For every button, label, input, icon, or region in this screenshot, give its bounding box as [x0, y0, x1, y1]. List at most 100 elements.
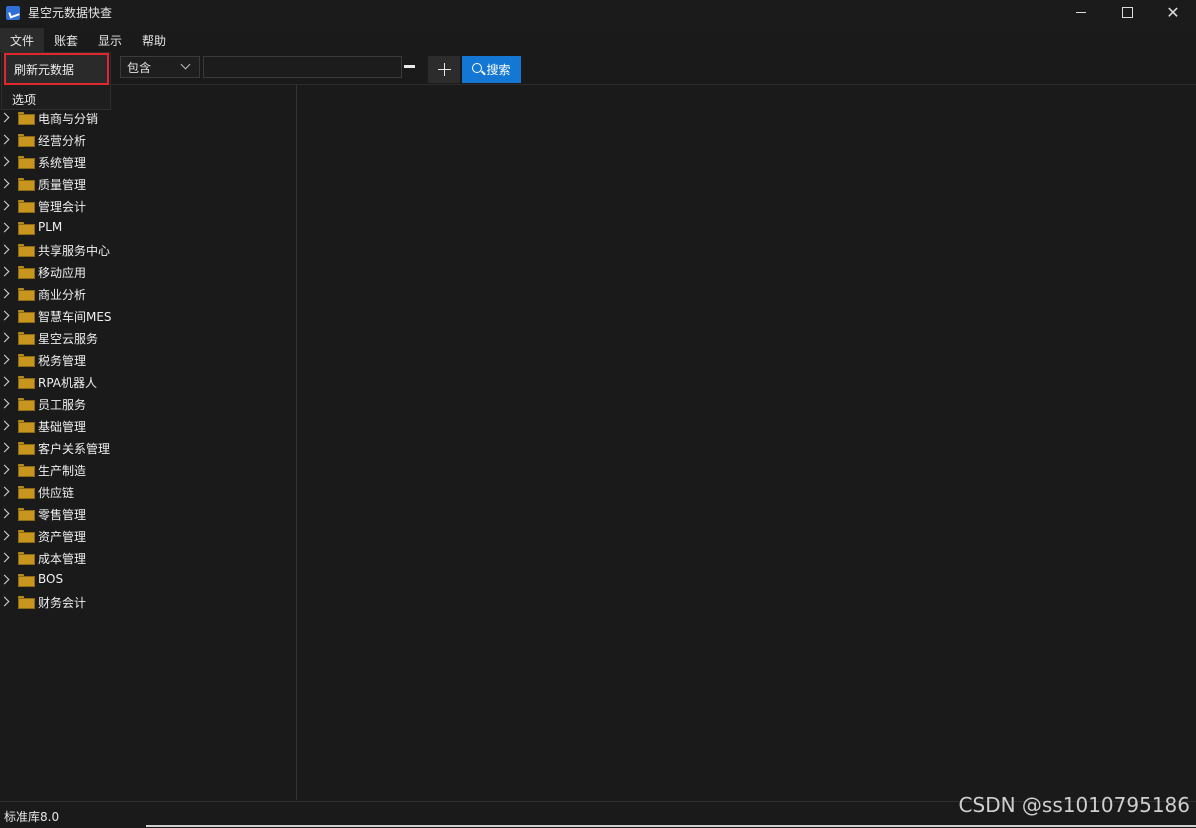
- chevron-right-icon[interactable]: [0, 596, 10, 607]
- chevron-right-icon[interactable]: [0, 486, 10, 497]
- tree-node[interactable]: 商业分析: [0, 283, 296, 305]
- menu-account-set[interactable]: 账套: [44, 28, 88, 52]
- chevron-right-icon[interactable]: [0, 442, 10, 453]
- tree-node[interactable]: 生产制造: [0, 459, 296, 481]
- tree-node-label: 质量管理: [38, 178, 87, 192]
- tree-node[interactable]: 系统管理: [0, 151, 296, 173]
- menu-file[interactable]: 文件: [0, 28, 45, 52]
- title-bar: 星空元数据快查 ✕: [0, 0, 1196, 25]
- folder-icon: [18, 530, 35, 543]
- chevron-right-icon[interactable]: [0, 310, 10, 321]
- window-title: 星空元数据快查: [28, 6, 113, 20]
- tree-node[interactable]: 财务会计: [0, 591, 296, 613]
- tree-node[interactable]: BOS: [0, 569, 296, 591]
- chevron-right-icon[interactable]: [0, 332, 10, 343]
- menu-display[interactable]: 显示: [88, 28, 132, 52]
- filter-mode-value: 包含: [127, 60, 152, 75]
- toolbar: 包含 搜索: [0, 55, 1196, 83]
- tree-node-label: 商业分析: [38, 288, 87, 302]
- chevron-right-icon[interactable]: [0, 574, 10, 585]
- tree-node-label: 共享服务中心: [38, 244, 111, 258]
- chevron-right-icon[interactable]: [0, 398, 10, 409]
- chevron-right-icon[interactable]: [0, 112, 10, 123]
- chevron-right-icon[interactable]: [0, 222, 10, 233]
- chevron-right-icon[interactable]: [0, 244, 10, 255]
- tree-node-label: 移动应用: [38, 266, 87, 280]
- tree-node[interactable]: 零售管理: [0, 503, 296, 525]
- tree-node[interactable]: 资产管理: [0, 525, 296, 547]
- status-text: 标准库8.0: [4, 810, 60, 824]
- folder-icon: [18, 244, 35, 257]
- menu-help[interactable]: 帮助: [132, 28, 176, 52]
- chevron-right-icon[interactable]: [0, 552, 10, 563]
- folder-icon: [18, 112, 35, 125]
- tree-node[interactable]: 成本管理: [0, 547, 296, 569]
- folder-icon: [18, 332, 35, 345]
- tree-node[interactable]: 供应链: [0, 481, 296, 503]
- folder-icon: [18, 420, 35, 433]
- chevron-right-icon[interactable]: [0, 134, 10, 145]
- tree-node-label: 财务会计: [38, 596, 87, 610]
- folder-icon: [18, 200, 35, 213]
- chevron-right-icon[interactable]: [0, 354, 10, 365]
- folder-icon: [18, 310, 35, 323]
- tree-node[interactable]: 智慧车间MES: [0, 305, 296, 327]
- tree-node[interactable]: 管理会计: [0, 195, 296, 217]
- remove-condition-button[interactable]: [404, 65, 415, 68]
- tree-node[interactable]: RPA机器人: [0, 371, 296, 393]
- tree-node[interactable]: 员工服务: [0, 393, 296, 415]
- chevron-right-icon[interactable]: [0, 156, 10, 167]
- folder-icon: [18, 266, 35, 279]
- chevron-right-icon[interactable]: [0, 178, 10, 189]
- search-icon: [472, 63, 483, 73]
- pane-splitter[interactable]: [296, 85, 297, 800]
- tree-node-label: 成本管理: [38, 552, 87, 566]
- close-icon[interactable]: ✕: [1150, 0, 1196, 25]
- add-condition-button[interactable]: [428, 56, 460, 83]
- tree-node-label: 星空云服务: [38, 332, 99, 346]
- options-item[interactable]: 选项: [2, 85, 110, 113]
- watermark: CSDN @ss1010795186: [958, 793, 1190, 817]
- tree-node-label: 客户关系管理: [38, 442, 111, 456]
- chevron-right-icon[interactable]: [0, 376, 10, 387]
- search-button-label: 搜索: [486, 63, 511, 77]
- folder-icon: [18, 464, 35, 477]
- tree-node[interactable]: 基础管理: [0, 415, 296, 437]
- chevron-right-icon[interactable]: [0, 200, 10, 211]
- tree-node[interactable]: 星空云服务: [0, 327, 296, 349]
- folder-icon: [18, 508, 35, 521]
- module-tree: 电商与分销 经营分析 系统管理 质量管理 管理会计 PLM 共享服务中心 移动应用 商业分析 智慧…: [0, 107, 296, 613]
- chevron-right-icon[interactable]: [0, 288, 10, 299]
- tree-node-label: 系统管理: [38, 156, 87, 170]
- tree-node[interactable]: 客户关系管理: [0, 437, 296, 459]
- refresh-metadata-item[interactable]: 刷新元数据: [4, 53, 109, 85]
- tree-node[interactable]: 质量管理: [0, 173, 296, 195]
- folder-icon: [18, 156, 35, 169]
- filter-mode-select[interactable]: 包含: [120, 56, 200, 78]
- menu-bar: 文件 账套 显示 帮助: [0, 28, 1196, 52]
- search-button[interactable]: 搜索: [462, 56, 521, 83]
- chevron-right-icon[interactable]: [0, 266, 10, 277]
- tree-node[interactable]: 经营分析: [0, 129, 296, 151]
- folder-icon: [18, 288, 35, 301]
- tree-node[interactable]: 共享服务中心: [0, 239, 296, 261]
- tree-node-label: 资产管理: [38, 530, 87, 544]
- folder-icon: [18, 574, 35, 587]
- folder-icon: [18, 552, 35, 565]
- tree-node-label: 员工服务: [38, 398, 87, 412]
- chevron-down-icon: [180, 59, 191, 70]
- chevron-right-icon[interactable]: [0, 464, 10, 475]
- chevron-right-icon[interactable]: [0, 508, 10, 519]
- tree-node-label: 税务管理: [38, 354, 87, 368]
- folder-icon: [18, 134, 35, 147]
- search-input[interactable]: [203, 56, 402, 78]
- tree-node[interactable]: PLM: [0, 217, 296, 239]
- tree-node-label: 智慧车间MES: [38, 310, 112, 324]
- chevron-right-icon[interactable]: [0, 420, 10, 431]
- chevron-right-icon[interactable]: [0, 530, 10, 541]
- maximize-icon[interactable]: [1104, 0, 1150, 25]
- tree-node[interactable]: 移动应用: [0, 261, 296, 283]
- minimize-icon[interactable]: [1058, 0, 1104, 25]
- tree-node[interactable]: 税务管理: [0, 349, 296, 371]
- folder-icon: [18, 486, 35, 499]
